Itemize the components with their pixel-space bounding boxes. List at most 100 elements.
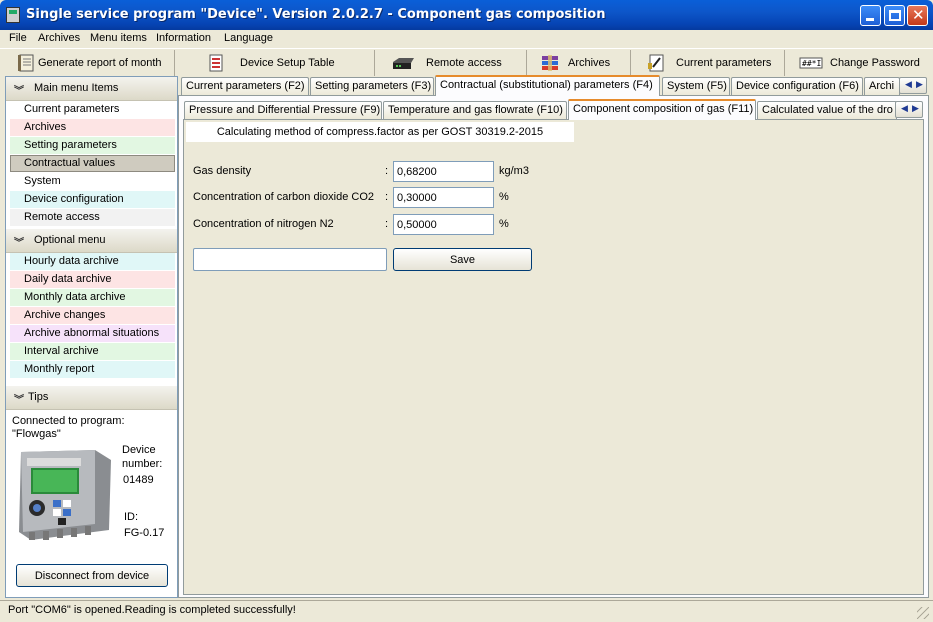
report-book-icon <box>18 54 34 72</box>
menu-file[interactable]: File <box>9 32 27 44</box>
status-text: Port "COM6" is opened.Reading is complet… <box>8 604 296 616</box>
sidebar-item-monthly-report[interactable]: Monthly report <box>10 361 175 378</box>
tab-setting-parameters-f3[interactable]: Setting parameters (F3) <box>310 77 434 95</box>
subtab-pressure-and-differential-pressure-f9[interactable]: Pressure and Differential Pressure (F9) <box>184 101 382 119</box>
close-icon: ✕ <box>912 6 925 24</box>
tab-system-f5[interactable]: System (F5) <box>662 77 730 95</box>
tab-scroll-right-icon[interactable]: ▶ <box>916 79 923 90</box>
minimize-icon <box>866 18 874 21</box>
sidebar-item-hourly-data-archive[interactable]: Hourly data archive <box>10 253 175 270</box>
gas-density-label: Gas density <box>193 165 252 177</box>
status-bar: Port "COM6" is opened.Reading is complet… <box>0 600 933 622</box>
password-field-icon: ##*I <box>799 57 823 69</box>
change-password-label: Change Password <box>830 57 920 69</box>
tab-archi[interactable]: Archi <box>864 77 900 95</box>
sidebar-item-monthly-data-archive[interactable]: Monthly data archive <box>10 289 175 306</box>
menu-bar: File Archives Menu items Information Lan… <box>0 30 933 48</box>
device-setup-table-button[interactable]: Device Setup Table <box>176 50 375 76</box>
subtab-temperature-and-gas-flowrate-f10[interactable]: Temperature and gas flowrate (F10) <box>383 101 567 119</box>
main-tab-strip: ◀ ▶ Current parameters (F2) Setting param… <box>178 75 929 96</box>
archives-toolbar-button[interactable]: Archives <box>528 50 631 76</box>
collapse-chevron-icon: ︾ <box>14 86 24 97</box>
maximize-button[interactable] <box>884 5 905 26</box>
device-setup-table-label: Device Setup Table <box>240 57 335 69</box>
sidebar-item-archive-changes[interactable]: Archive changes <box>10 307 175 324</box>
connected-program: "Flowgas" <box>12 428 61 440</box>
sidebar-item-setting-parameters[interactable]: Setting parameters <box>10 137 175 154</box>
tab-device-configuration-f6[interactable]: Device configuration (F6) <box>731 77 863 95</box>
optional-menu-header-label: Optional menu <box>34 234 106 246</box>
close-button[interactable]: ✕ <box>907 5 928 26</box>
menu-information[interactable]: Information <box>156 32 211 44</box>
tips-header[interactable]: ︾ Tips <box>6 386 177 410</box>
colon-separator: : <box>385 191 389 203</box>
subtab-calculated-value-of-the-dro[interactable]: Calculated value of the dro <box>757 101 897 119</box>
sidebar-item-interval-archive[interactable]: Interval archive <box>10 343 175 360</box>
change-password-button[interactable]: ##*I Change Password <box>786 50 930 76</box>
sidebar-item-contractual-values[interactable]: Contractual values <box>10 155 175 172</box>
status-text-field[interactable] <box>193 248 387 271</box>
subtab-scroll-left-icon[interactable]: ◀ <box>901 103 908 114</box>
device-id-value: FG-0.17 <box>124 527 165 539</box>
remote-access-button[interactable]: Remote access <box>376 50 527 76</box>
current-parameters-button[interactable]: Current parameters <box>632 50 785 76</box>
gas-density-unit: kg/m3 <box>499 165 529 177</box>
menu-archives[interactable]: Archives <box>38 32 80 44</box>
n2-concentration-input[interactable]: 0,50000 <box>393 214 494 235</box>
device-image <box>19 450 111 540</box>
sidebar-item-archives[interactable]: Archives <box>10 119 175 136</box>
subtab-scroll-right-icon[interactable]: ▶ <box>912 103 919 114</box>
tab-scroll-left-icon[interactable]: ◀ <box>905 79 912 90</box>
gas-density-input[interactable]: 0,68200 <box>393 161 494 182</box>
left-navigation-panel: ︾ Main menu Items Current parameters Arch… <box>5 76 178 598</box>
archives-toolbar-label: Archives <box>568 57 611 69</box>
sidebar-item-current-parameters[interactable]: Current parameters <box>10 101 175 118</box>
tab-scroll-arrows[interactable]: ◀ ▶ <box>899 77 927 94</box>
resize-grip-icon[interactable] <box>917 607 929 619</box>
archive-books-icon <box>542 55 558 71</box>
connected-label: Connected to program: <box>12 415 125 427</box>
sub-tab-strip: ◀ ▶ Pressure and Differential Pressure (… <box>183 99 924 120</box>
remote-access-label: Remote access <box>426 57 502 69</box>
tips-header-label: Tips <box>28 391 49 403</box>
menu-menu-items[interactable]: Menu items <box>90 32 147 44</box>
main-menu-header[interactable]: ︾ Main menu Items <box>6 77 177 101</box>
optional-menu-header[interactable]: ︾ Optional menu <box>6 229 177 253</box>
document-table-icon <box>209 54 223 72</box>
subtab-component-composition-of-gas-f11[interactable]: Component composition of gas (F11) <box>568 99 756 120</box>
main-menu-header-label: Main menu Items <box>34 82 119 94</box>
sidebar-item-daily-data-archive[interactable]: Daily data archive <box>10 271 175 288</box>
modem-icon <box>393 58 414 69</box>
colon-separator: : <box>385 165 389 177</box>
minimize-button[interactable] <box>860 5 881 26</box>
device-number-label: Device <box>122 444 156 456</box>
maximize-icon <box>889 10 901 21</box>
save-button[interactable]: Save <box>393 248 532 271</box>
sidebar-item-system[interactable]: System <box>10 173 175 190</box>
co2-concentration-label: Concentration of carbon dioxide CO2 <box>193 191 374 203</box>
toolbar: Generate report of month Device Setup Ta… <box>0 48 933 76</box>
menu-language[interactable]: Language <box>224 32 273 44</box>
collapse-chevron-icon: ︾ <box>14 238 24 249</box>
subtab-scroll-arrows[interactable]: ◀ ▶ <box>895 101 923 118</box>
device-id-label: ID: <box>124 511 139 523</box>
calculation-method-label: Calculating method of compress.factor as… <box>186 122 574 142</box>
co2-concentration-input[interactable]: 0,30000 <box>393 187 494 208</box>
collapse-chevron-icon: ︾ <box>14 395 24 406</box>
tab-current-parameters-f2[interactable]: Current parameters (F2) <box>181 77 309 95</box>
device-number-value: 01489 <box>123 474 154 486</box>
tab-contractual-substitutional-parameters-f4[interactable]: Contractual (substitutional) parameters … <box>435 75 660 96</box>
app-icon <box>6 7 20 23</box>
disconnect-button[interactable]: Disconnect from device <box>16 564 168 587</box>
generate-report-button[interactable]: Generate report of month <box>4 50 175 76</box>
sidebar-item-device-configuration[interactable]: Device configuration <box>10 191 175 208</box>
device-number-label-2: number: <box>122 458 163 470</box>
sidebar-item-remote-access[interactable]: Remote access <box>10 209 175 226</box>
sidebar-item-archive-abnormal-situations[interactable]: Archive abnormal situations <box>10 325 175 342</box>
svg-text:##*I: ##*I <box>802 59 821 68</box>
n2-concentration-label: Concentration of nitrogen N2 <box>193 218 334 230</box>
generate-report-label: Generate report of month <box>38 57 162 69</box>
gauge-document-icon <box>648 54 664 72</box>
co2-concentration-unit: % <box>499 191 509 203</box>
current-parameters-label: Current parameters <box>676 57 772 69</box>
